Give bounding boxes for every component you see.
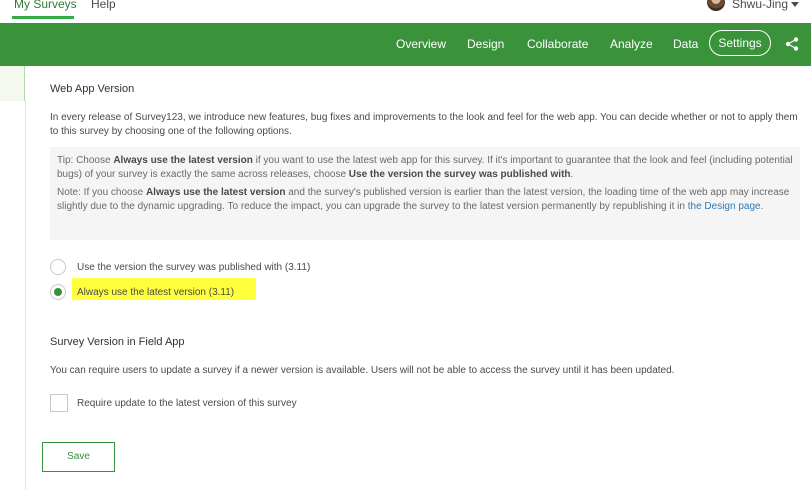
tab-collaborate[interactable]: Collaborate	[527, 37, 588, 51]
tab-design[interactable]: Design	[467, 37, 504, 51]
chevron-down-icon	[791, 2, 799, 7]
radio-button-selected[interactable]	[50, 284, 66, 300]
tab-settings[interactable]: Settings	[709, 30, 771, 56]
web-app-version-description: In every release of Survey123, we introd…	[50, 112, 798, 137]
nav-my-surveys[interactable]: My Surveys	[14, 0, 77, 12]
user-name: Shwu-Jing	[731, 0, 788, 11]
tab-overview[interactable]: Overview	[396, 37, 446, 51]
option-version: (3.11)	[208, 286, 235, 298]
sidebar-divider	[25, 101, 26, 490]
field-app-version-title: Survey Version in Field App	[50, 336, 185, 348]
save-button[interactable]: Save	[42, 442, 115, 472]
tip-text: Tip: Choose Always use the latest versio…	[57, 155, 793, 180]
radio-button[interactable]	[50, 259, 66, 275]
option-label: Use the version the survey was published…	[77, 261, 283, 273]
design-page-link[interactable]: the Design page	[688, 201, 761, 212]
web-app-version-title: Web App Version	[50, 83, 135, 95]
active-tab-indicator	[12, 16, 74, 19]
field-app-version-description: You can require users to update a survey…	[50, 365, 675, 376]
option-version: (3.11)	[284, 261, 311, 273]
option-label: Always use the latest version	[77, 286, 206, 298]
survey-nav-bar: Overview Design Collaborate Analyze Data	[0, 23, 811, 66]
user-menu[interactable]: Shwu-Jing	[706, 0, 799, 12]
option-published-version[interactable]: Use the version the survey was published…	[50, 258, 310, 276]
require-update-option[interactable]: Require update to the latest version of …	[50, 394, 297, 412]
option-latest-version[interactable]: Always use the latest version (3.11)	[50, 283, 234, 301]
tip-box: Tip: Choose Always use the latest versio…	[50, 147, 800, 240]
nav-help[interactable]: Help	[91, 0, 116, 12]
require-update-label: Require update to the latest version of …	[77, 397, 297, 409]
share-icon[interactable]	[784, 36, 800, 52]
sidebar-active-marker	[0, 66, 25, 101]
require-update-checkbox[interactable]	[50, 394, 68, 412]
avatar	[706, 0, 725, 11]
top-bar: My Surveys Help Shwu-Jing	[0, 0, 811, 23]
note-text: Note: If you choose Always use the lates…	[57, 187, 790, 212]
tab-analyze[interactable]: Analyze	[610, 37, 653, 51]
tab-data[interactable]: Data	[673, 37, 698, 51]
